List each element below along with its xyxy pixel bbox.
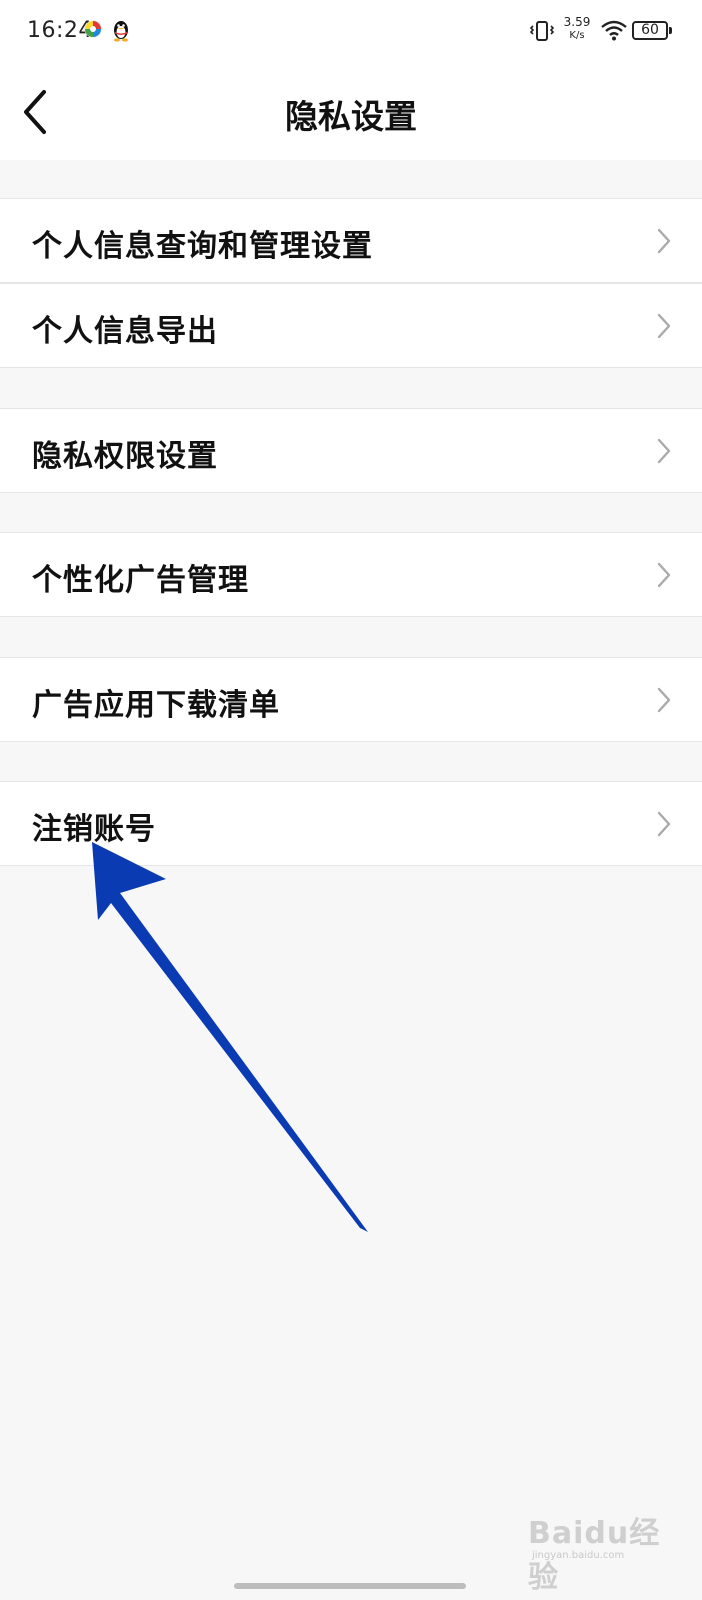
menu-item-personal-info-export[interactable]: 个人信息导出 (0, 283, 702, 368)
menu-item-label: 注销账号 (32, 812, 156, 847)
menu-item-personalized-ads[interactable]: 个性化广告管理 (0, 532, 702, 617)
status-bar: 16:24 3.59 K/s 60 (0, 0, 702, 62)
wifi-icon (601, 20, 627, 41)
net-speed: 3.59 K/s (560, 16, 594, 42)
arrow-shape (92, 842, 368, 1232)
net-speed-unit: K/s (569, 30, 585, 41)
net-speed-value: 3.59 (563, 15, 591, 29)
menu-item-privacy-permissions[interactable]: 隐私权限设置 (0, 408, 702, 493)
vibrate-icon (530, 21, 554, 41)
menu-item-label: 广告应用下载清单 (32, 688, 280, 723)
chevron-right-icon (657, 562, 671, 588)
menu-item-label: 隐私权限设置 (32, 439, 218, 474)
menu-item-personal-info-query[interactable]: 个人信息查询和管理设置 (0, 198, 702, 283)
menu-item-label: 个性化广告管理 (32, 563, 249, 598)
watermark-url: jingyan.baidu.com (532, 1550, 625, 1561)
chevron-right-icon (657, 313, 671, 339)
menu-item-cancel-account[interactable]: 注销账号 (0, 781, 702, 866)
menu-item-ad-app-downloads[interactable]: 广告应用下载清单 (0, 657, 702, 742)
battery-icon: 60 (632, 21, 672, 40)
chevron-right-icon (657, 811, 671, 837)
watermark: Baidu经验 jingyan.baidu.com (528, 1498, 678, 1595)
page-title: 隐私设置 (285, 97, 417, 136)
color-ball-app-icon (84, 20, 102, 38)
chevron-right-icon (657, 687, 671, 713)
header: 隐私设置 (0, 62, 702, 160)
qq-penguin-icon (114, 21, 128, 42)
chevron-right-icon (657, 438, 671, 464)
home-indicator[interactable] (234, 1583, 466, 1589)
menu-item-label: 个人信息查询和管理设置 (32, 229, 373, 264)
menu-item-label: 个人信息导出 (32, 314, 218, 349)
chevron-right-icon (657, 228, 671, 254)
